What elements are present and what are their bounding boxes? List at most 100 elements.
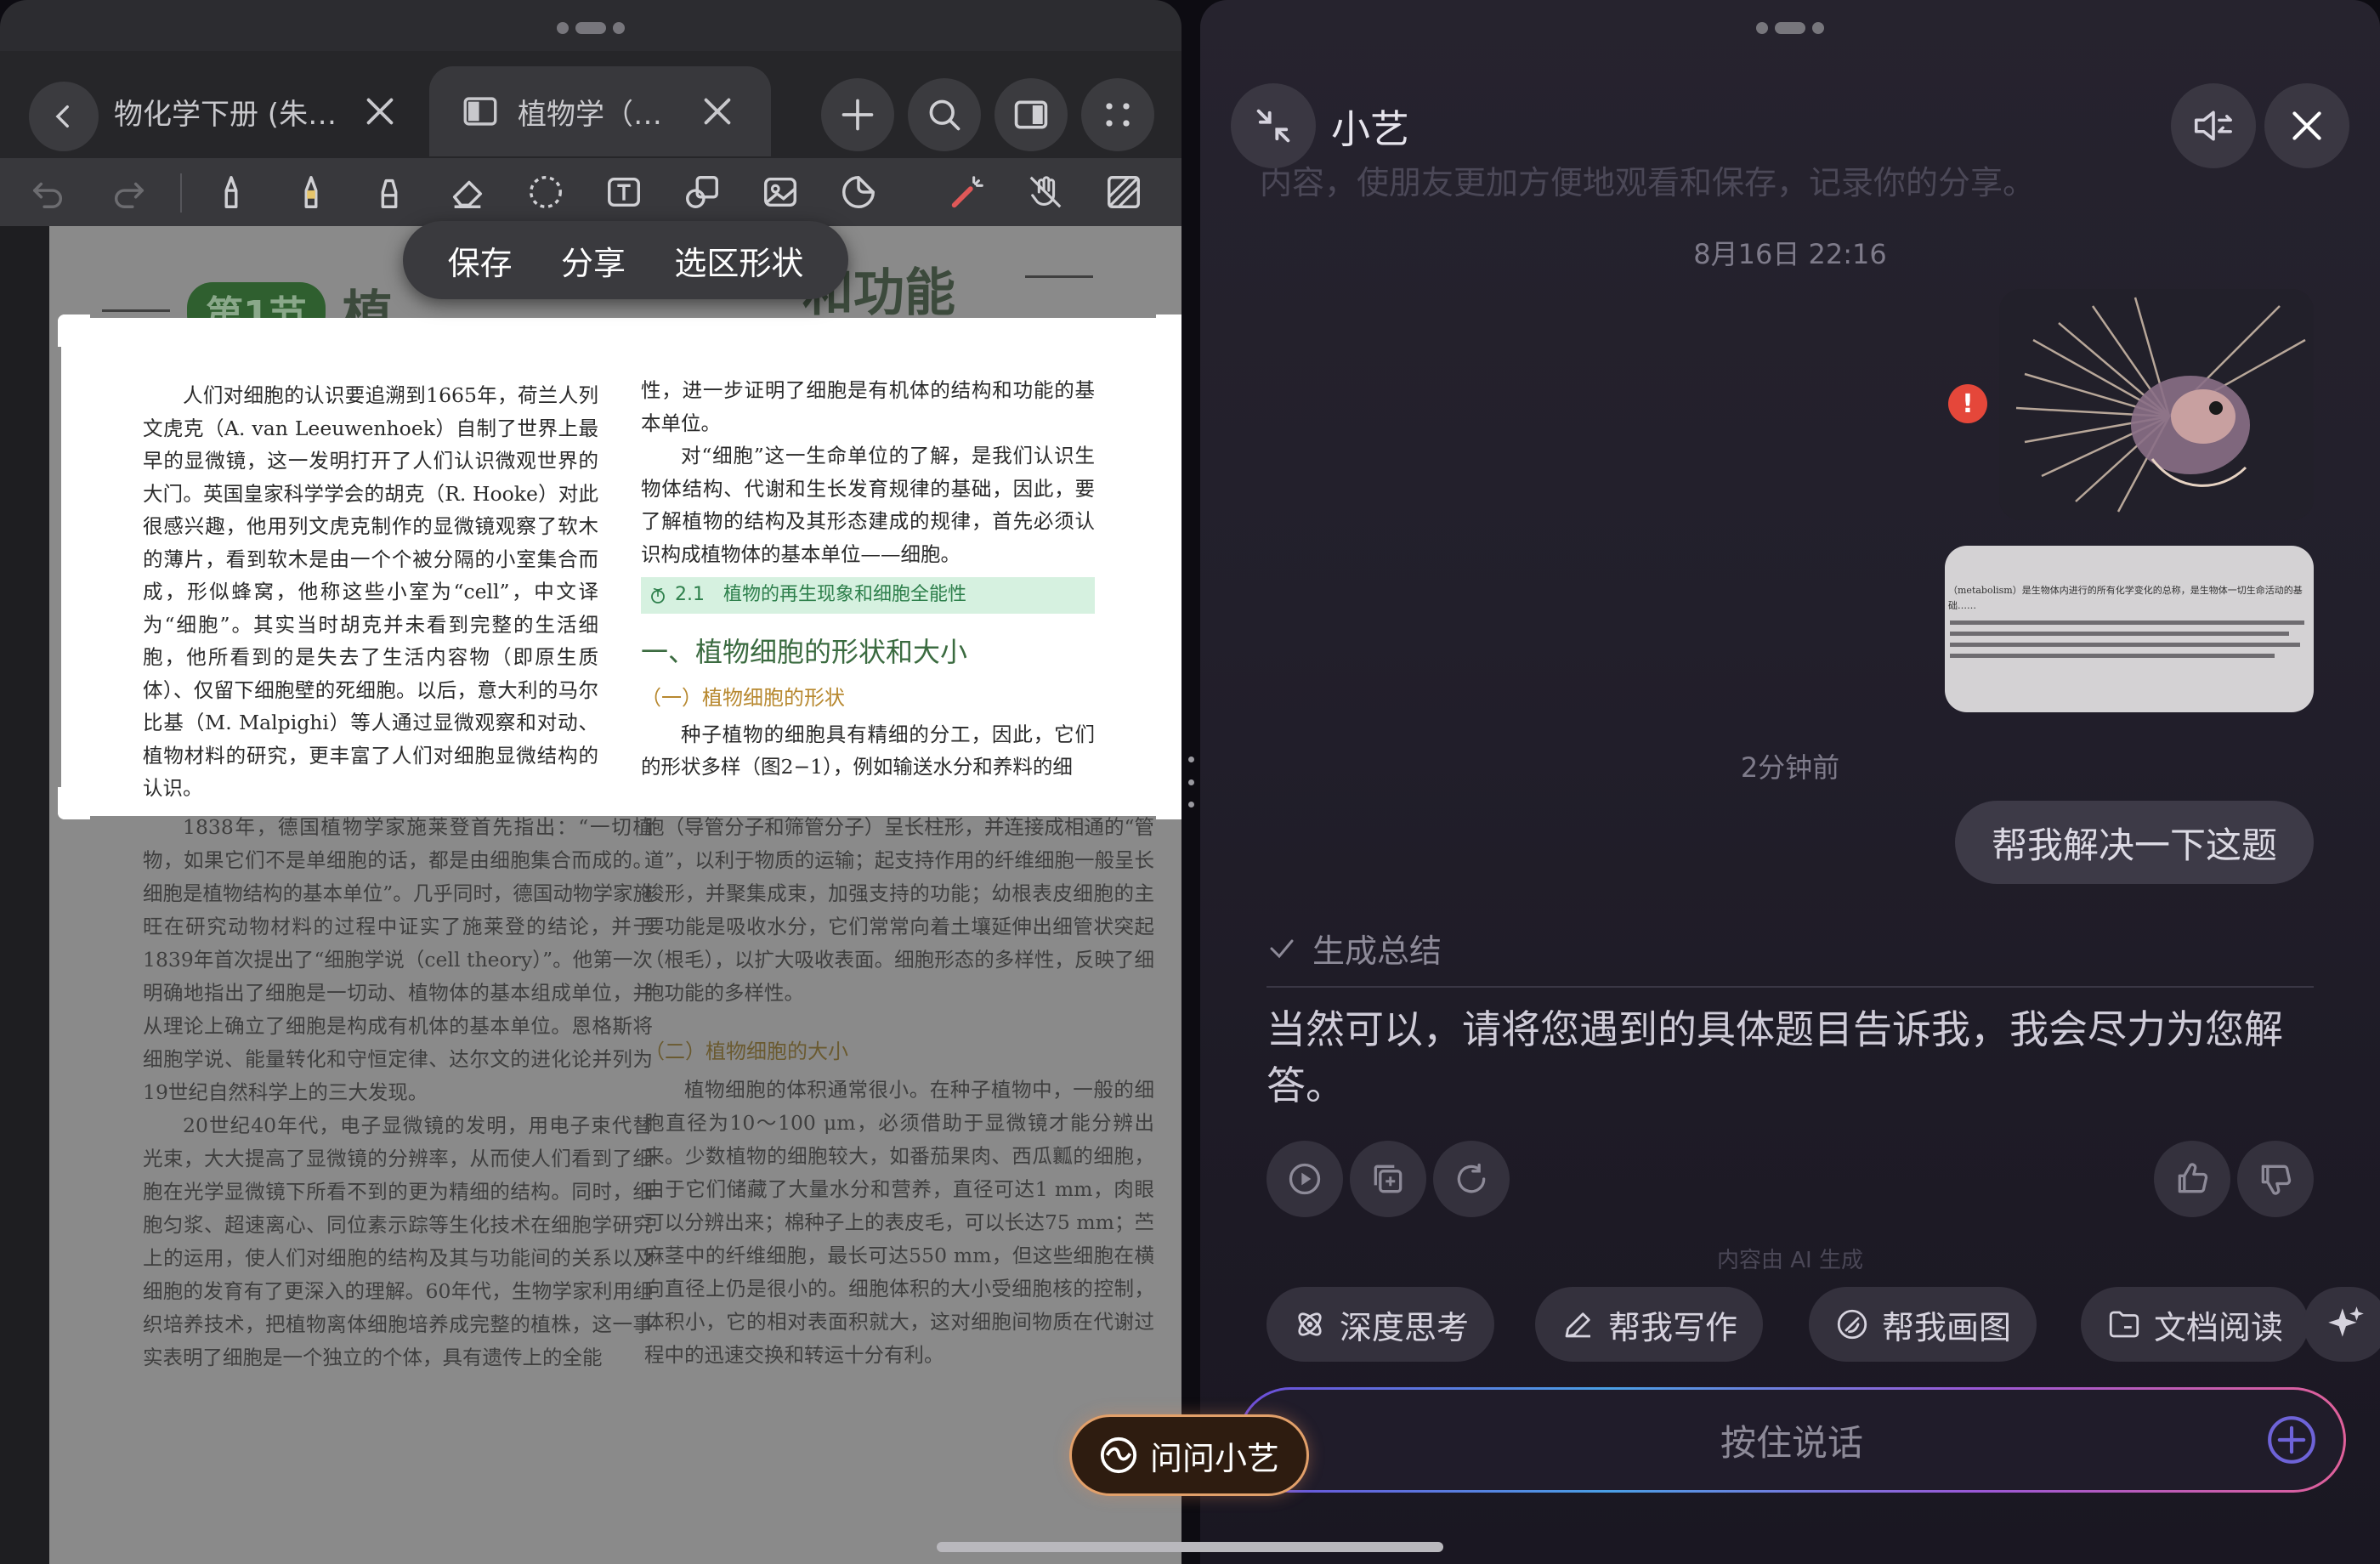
pen-tool[interactable]	[206, 167, 257, 218]
window-grip[interactable]	[557, 22, 625, 34]
tab-botany[interactable]: 植物学（…	[429, 66, 771, 156]
xiaoyi-logo-icon	[1100, 1436, 1137, 1474]
laser-tool[interactable]	[942, 167, 993, 218]
regenerate-button[interactable]	[1433, 1141, 1510, 1217]
chip-help-write[interactable]: 帮我写作	[1535, 1287, 1764, 1362]
image-thumbnail-lionfish[interactable]	[1999, 289, 2314, 520]
chip-doc-reading[interactable]: 文档阅读	[2081, 1287, 2309, 1362]
redo-button[interactable]	[104, 167, 155, 218]
sticker-tool[interactable]	[833, 167, 884, 218]
tab-biochem[interactable]: 物化学下册 (朱…	[110, 66, 425, 156]
page-left-column: 1838年，德国植物学家施莱登首先指出：“一切植物，如果它们不是单细胞的话，都是…	[143, 815, 653, 1369]
play-icon	[1289, 1163, 1321, 1195]
search-icon	[929, 99, 960, 131]
home-indicator[interactable]	[937, 1542, 1443, 1552]
sound-button[interactable]	[2171, 83, 2256, 168]
image-thumbnail-textbook[interactable]: （metabolism）是生物体内进行的所有化学变化的总称，是生物体一切生命活动…	[1945, 546, 2314, 712]
pencil-tool[interactable]	[286, 167, 337, 218]
thumbs-up-icon	[2178, 1163, 2208, 1193]
lionfish-image	[1999, 289, 2314, 520]
copy-icon	[1374, 1164, 1402, 1193]
pen-icon	[1565, 1312, 1590, 1338]
plus-circle-icon[interactable]	[2265, 1414, 2318, 1466]
add-tab-button[interactable]	[821, 78, 894, 151]
search-button[interactable]	[908, 78, 981, 151]
sparkle-icon	[2328, 1306, 2364, 1337]
pencil-icon	[304, 176, 318, 208]
thumbs-down-icon	[2261, 1164, 2292, 1195]
previous-message-fragment: 内容，使朋友更加方便地观看和保存，记录你的分享。	[1260, 164, 2036, 201]
divider	[1266, 986, 2314, 988]
selected-right-column: 性，进一步证明了细胞是有机体的结构和功能的基本单位。 对“细胞”这一生命单位的了…	[641, 378, 1095, 779]
dots-grid-icon	[1106, 103, 1130, 127]
play-button[interactable]	[1266, 1141, 1343, 1217]
back-button[interactable]	[29, 82, 99, 151]
eraser-icon	[452, 180, 483, 208]
minimize-button[interactable]	[1231, 83, 1316, 168]
selection-handle-bottom-right[interactable]	[1156, 787, 1182, 819]
shape-tool[interactable]	[677, 167, 728, 218]
laser-pointer-icon	[951, 176, 983, 208]
background-tool[interactable]	[1098, 167, 1149, 218]
assistant-title: 小艺	[1331, 106, 1409, 152]
collapse-icon	[1256, 109, 1290, 143]
hand-tool[interactable]	[1020, 167, 1071, 218]
more-button[interactable]	[1081, 78, 1154, 151]
document-icon	[463, 97, 497, 126]
generate-summary-status[interactable]: 生成总结	[1266, 925, 1442, 972]
hatched-page-icon	[1108, 176, 1140, 208]
highlighter-icon	[381, 178, 398, 208]
like-button[interactable]	[2154, 1141, 2230, 1217]
voice-input-bar[interactable]: 按住说话	[1238, 1387, 2346, 1493]
section-subheading: 一、植物细胞的形状和大小	[641, 635, 968, 668]
brush-icon	[1837, 1309, 1867, 1340]
error-icon[interactable]: !	[1948, 384, 1987, 423]
text-tool[interactable]	[598, 167, 649, 218]
sticker-icon	[842, 176, 875, 208]
selection-handle-top-right[interactable]	[1156, 314, 1182, 347]
lasso-icon	[530, 176, 562, 208]
close-icon	[2292, 111, 2321, 140]
split-handle[interactable]	[1187, 756, 1194, 808]
eraser-tool[interactable]	[442, 167, 493, 218]
lasso-tool[interactable]	[520, 167, 571, 218]
selection-handle-bottom-left[interactable]	[58, 787, 90, 819]
text-box-icon	[608, 177, 640, 207]
chip-deep-think[interactable]: 深度思考	[1266, 1287, 1495, 1362]
share-button[interactable]: 分享	[561, 237, 626, 284]
assistant-answer: 当然可以，请将您遇到的具体题目告诉我，我会尽力为您解答。	[1266, 1006, 2283, 1108]
section-minor-heading: （一）植物细胞的形状	[641, 686, 845, 710]
close-button[interactable]	[2264, 83, 2349, 168]
copy-button[interactable]	[1350, 1141, 1426, 1217]
save-button[interactable]: 保存	[448, 237, 513, 284]
undo-icon	[32, 182, 63, 208]
plus-icon	[842, 99, 874, 131]
dislike-button[interactable]	[2237, 1141, 2314, 1217]
close-icon[interactable]	[360, 92, 400, 131]
user-message-bubble[interactable]: 帮我解决一下这题	[1955, 801, 2314, 884]
image-tool[interactable]	[755, 167, 806, 218]
split-view-button[interactable]	[994, 78, 1068, 151]
pen-icon	[224, 176, 238, 208]
assistant-panel: 内容，使朋友更加方便地观看和保存，记录你的分享。 小艺 8月16日 22:16 …	[1200, 0, 2380, 1564]
hand-off-icon	[1029, 176, 1062, 208]
chip-more[interactable]	[2304, 1287, 2380, 1362]
check-icon	[1270, 939, 1294, 958]
selected-region[interactable]: 人们对细胞的认识要追溯到1665年，荷兰人列文虎克（A. van Leeuwen…	[61, 318, 1182, 816]
image-icon	[764, 177, 796, 207]
close-icon[interactable]	[698, 92, 737, 131]
selection-shape-button[interactable]: 选区形状	[674, 237, 803, 284]
redo-icon	[114, 182, 144, 208]
marker-tool[interactable]	[364, 167, 415, 218]
undo-button[interactable]	[22, 167, 73, 218]
window-grip[interactable]	[1756, 22, 1824, 34]
voice-input-label: 按住说话	[1720, 1421, 1863, 1464]
chip-help-draw[interactable]: 帮我画图	[1809, 1287, 2037, 1362]
tab-label: 植物学（…	[518, 97, 662, 132]
folder-icon	[2109, 1311, 2139, 1338]
figure-reference[interactable]: 2.1 植物的再生现象和细胞全能性	[641, 577, 1095, 614]
timestamp: 2分钟前	[1740, 751, 1840, 784]
selection-handle-top-left[interactable]	[58, 314, 90, 347]
ask-xiaoyi-button[interactable]: 问问小艺	[1069, 1414, 1309, 1496]
page-right-column: 胞（导管分子和筛管分子）呈长柱形，并连接成相通的“管道”，以利于物质的运输；起支…	[644, 815, 1154, 1367]
